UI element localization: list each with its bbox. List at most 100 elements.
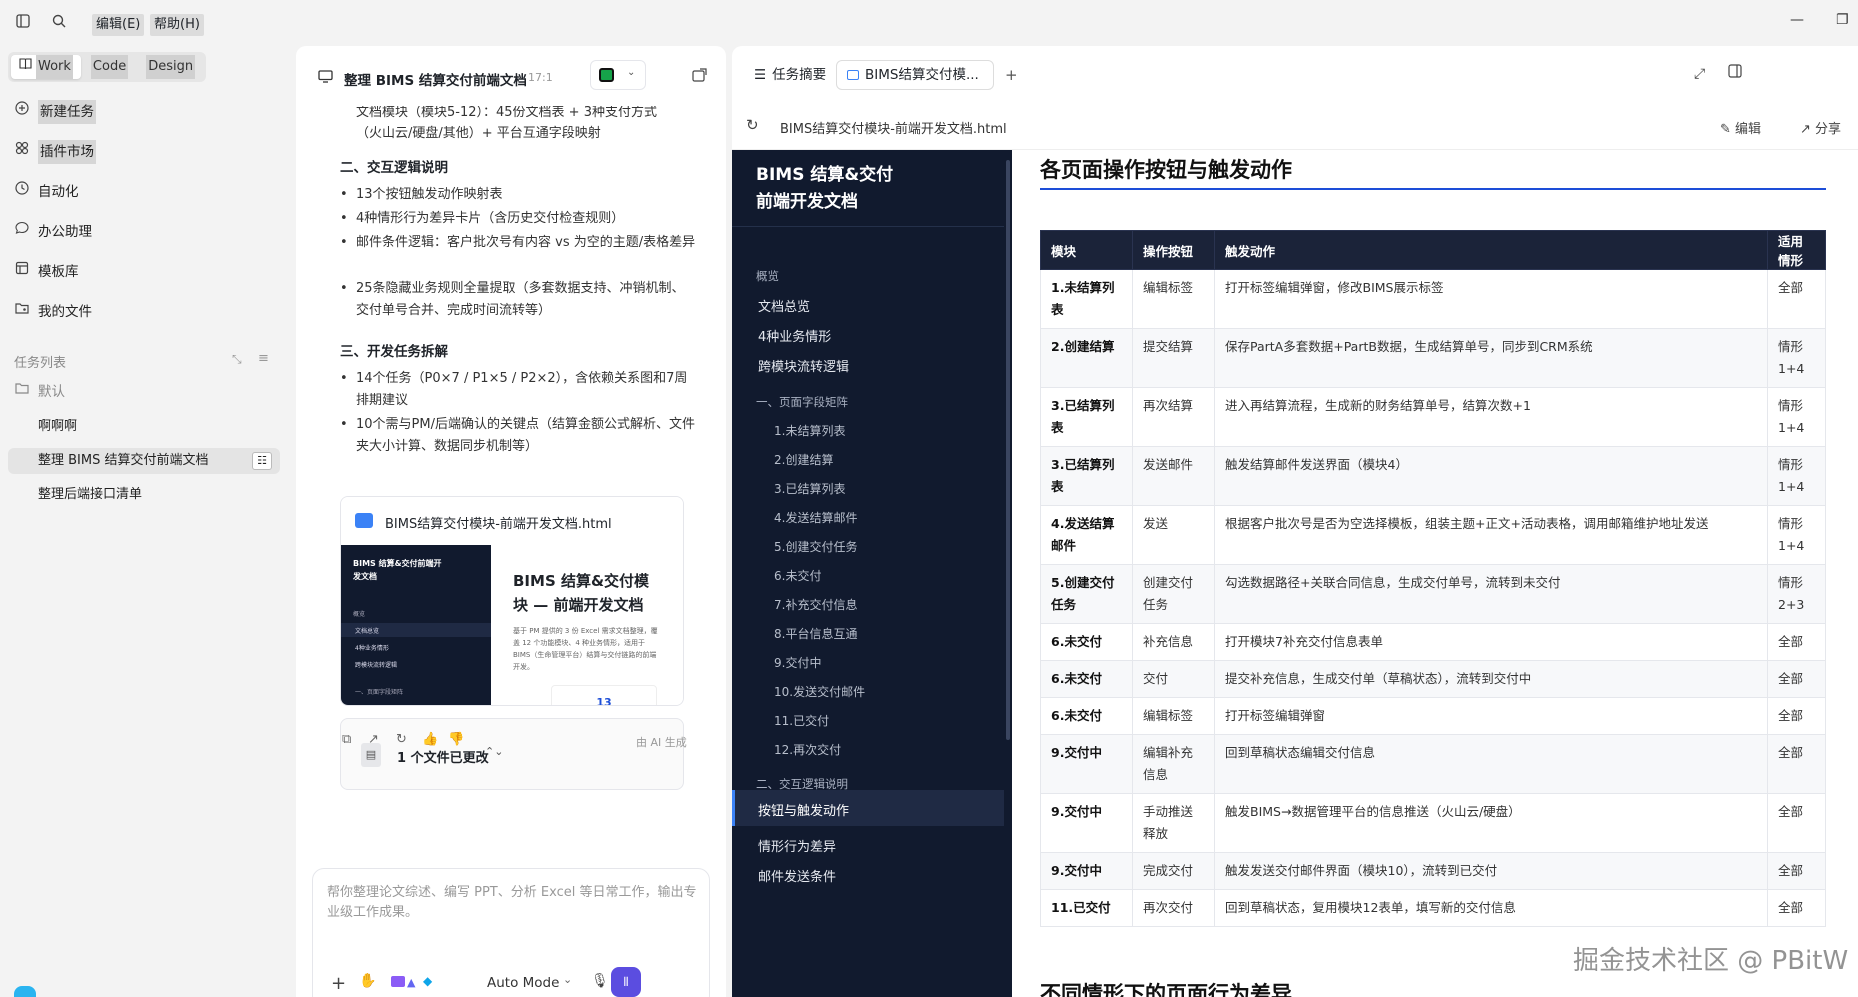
section-title: 各页面操作按钮与触发动作 xyxy=(1040,158,1292,182)
nav-sub-link[interactable]: 4.发送结算邮件 xyxy=(774,509,857,526)
task-label: 整理 BIMS 结算交付前端文档 xyxy=(38,453,209,468)
model-selector[interactable]: ⌄ xyxy=(590,60,646,90)
nav-template-library[interactable]: 模板库 xyxy=(14,260,79,284)
refresh-icon[interactable]: ↻ xyxy=(396,732,407,747)
task-list-icon[interactable]: ☷ xyxy=(252,452,272,470)
document-navigation: BIMS 结算&交付 前端开发文档 概览 文档总览 4种业务情形 跨模块流转逻辑… xyxy=(732,150,1012,997)
chat-header: 整理 BIMS 结算交付前端文档 17:1 ⌄ xyxy=(296,46,726,106)
nav-sub-link[interactable]: 7.补充交付信息 xyxy=(774,596,857,613)
nav-automation[interactable]: 自动化 xyxy=(14,180,79,204)
mode-tab-code[interactable]: Code xyxy=(83,55,136,79)
table-cell: 6.未交付 xyxy=(1040,623,1133,661)
share-button[interactable]: ↗ 分享 xyxy=(1800,118,1841,137)
nav-link-active[interactable]: 按钮与触发动作 xyxy=(758,800,849,819)
nav-sub-link[interactable]: 12.再次交付 xyxy=(774,741,841,758)
nav-link[interactable]: 情形行为差异 xyxy=(758,836,836,855)
filter-icon[interactable]: ≡ xyxy=(258,351,269,366)
file-card[interactable]: BIMS结算交付模块-前端开发文档.html BIMS 结算&交付前端开发文档 … xyxy=(340,496,684,706)
thumbs-down-icon[interactable]: 👎 xyxy=(448,732,464,747)
minimize-icon[interactable]: — xyxy=(1790,12,1804,28)
nav-link[interactable]: 文档总览 xyxy=(758,296,810,315)
table-cell: 11.已交付 xyxy=(1040,889,1133,927)
copy-icon[interactable]: ⧉ xyxy=(342,732,351,747)
refresh-icon[interactable]: ↻ xyxy=(746,116,759,134)
table-cell: 进入再结算流程，生成新的财务结算单号，结算次数+1 xyxy=(1214,387,1768,447)
thumbs-up-icon[interactable]: 👍 xyxy=(422,732,438,747)
task-item[interactable]: 整理后端接口清单 xyxy=(38,482,142,508)
restore-icon[interactable]: ❐ xyxy=(1836,12,1849,28)
folder-icon xyxy=(14,380,30,404)
task-item-active[interactable]: 整理 BIMS 结算交付前端文档 ☷ xyxy=(8,448,280,474)
task-item[interactable]: 啊啊啊 xyxy=(38,414,77,440)
fullscreen-icon[interactable]: ⤢ xyxy=(1694,66,1705,82)
split-view-icon[interactable] xyxy=(1728,64,1742,82)
new-window-icon[interactable] xyxy=(692,68,707,86)
menu-edit[interactable]: 编辑(E) xyxy=(92,14,145,36)
preview-panel: ☰ 任务摘要 BIMS结算交付模... + ⤢ ↻ BIMS结算交付模块-前端开… xyxy=(732,46,1858,997)
table-cell: 发送 xyxy=(1132,505,1215,565)
actions-table: 模块 操作按钮 触发动作 适用情形 1.未结算列表 编辑标签 打开标签编辑弹窗，修改… xyxy=(1040,230,1826,927)
section-heading: 二、交互逻辑说明 xyxy=(340,160,448,176)
scrollbar[interactable] xyxy=(1006,160,1010,740)
nav-sub-link[interactable]: 10.发送交付邮件 xyxy=(774,683,865,700)
nav-link[interactable]: 跨模块流转逻辑 xyxy=(758,356,849,375)
voice-send-button[interactable]: ⦀ xyxy=(611,967,641,997)
nav-office-assistant[interactable]: 办公助理 xyxy=(14,220,92,244)
share-icon[interactable]: ↗ xyxy=(368,732,379,747)
nav-new-task[interactable]: 新建任务 xyxy=(14,100,96,124)
composer-input[interactable]: 帮你整理论文综述、编写 PPT、分析 Excel 等日常工作，输出专业级工作成果… xyxy=(327,883,697,923)
table-cell: 编辑标签 xyxy=(1132,269,1215,329)
microphone-icon[interactable]: 🎙 xyxy=(591,973,609,989)
table-cell: 全部 xyxy=(1767,697,1826,735)
nav-plugin-market[interactable]: 插件市场 xyxy=(14,140,96,164)
mode-tab-design[interactable]: Design xyxy=(138,55,203,79)
add-icon[interactable]: + xyxy=(331,973,346,994)
table-row: 1.未结算列表 编辑标签 打开标签编辑弹窗，修改BIMS展示标签 全部 xyxy=(1040,269,1826,329)
nav-sub-link[interactable]: 9.交付中 xyxy=(774,654,821,671)
sidebar-toggle-icon[interactable] xyxy=(14,14,32,32)
thumb-content: BIMS 结算&交付模块 — 前端开发文档 基于 PM 提供的 3 份 Exce… xyxy=(491,545,683,705)
folder-default[interactable]: 默认 xyxy=(14,380,65,404)
plus-circle-icon xyxy=(14,100,30,124)
nav-sub-link[interactable]: 5.创建交付任务 xyxy=(774,538,857,555)
menu-help[interactable]: 帮助(H) xyxy=(150,14,204,36)
table-cell: 勾选数据路径+关联合同信息，生成交付单号，流转到未交付 xyxy=(1214,564,1768,624)
nav-sub-link[interactable]: 6.未交付 xyxy=(774,567,821,584)
mode-tab-work[interactable]: Work xyxy=(11,55,81,79)
nav-my-files[interactable]: 我的文件 xyxy=(14,300,92,324)
nav-sub-link[interactable]: 1.未结算列表 xyxy=(774,422,845,439)
nav-link[interactable]: 邮件发送条件 xyxy=(758,866,836,885)
tab-document[interactable]: BIMS结算交付模... xyxy=(836,60,994,90)
search-icon[interactable] xyxy=(50,14,68,32)
changed-files-card[interactable]: ▤ 1 个文件已更改 ⌃⌄ xyxy=(340,718,684,790)
image-icon[interactable]: ▲ xyxy=(407,976,415,989)
changed-files-label: 1 个文件已更改 xyxy=(397,751,489,766)
thumb-desc: 基于 PM 提供的 3 份 Excel 需求文档整理，覆盖 12 个功能模块、4… xyxy=(513,627,658,671)
hand-icon[interactable]: ✋ xyxy=(359,973,376,989)
edit-button[interactable]: ✎ 编辑 xyxy=(1720,118,1761,137)
nav-sub-link[interactable]: 2.创建结算 xyxy=(774,451,833,468)
nav-sub-link[interactable]: 8.平台信息互通 xyxy=(774,625,857,642)
tab-task-summary[interactable]: ☰ 任务摘要 xyxy=(744,60,836,90)
media-icon[interactable] xyxy=(391,976,405,987)
composer: 帮你整理论文综述、编写 PPT、分析 Excel 等日常工作，输出专业级工作成果… xyxy=(312,868,710,997)
new-tab-icon[interactable]: + xyxy=(1005,66,1018,84)
nav-sub-link[interactable]: 11.已交付 xyxy=(774,712,829,729)
chevron-down-icon: ⌄ xyxy=(627,67,636,78)
avatar[interactable] xyxy=(14,986,36,997)
brush-icon[interactable]: ◆ xyxy=(423,974,432,988)
table-cell: 打开标签编辑弹窗 xyxy=(1214,697,1768,735)
bullet-partial: 文档模块（模块5-12）：45份文档表 + 3种支付方式 xyxy=(356,106,696,120)
nav-link[interactable]: 4种业务情形 xyxy=(758,326,831,345)
mode-selector[interactable]: Auto Mode xyxy=(487,975,559,991)
table-cell: 3.已结算列表 xyxy=(1040,446,1133,506)
collapse-icon[interactable]: ⤡ xyxy=(232,352,242,367)
expand-icon[interactable]: ⌃⌄ xyxy=(485,745,503,758)
table-row: 6.未交付 交付 提交补充信息，生成交付单（草稿状态），流转到交付中 全部 xyxy=(1040,660,1826,698)
thumb-nav-item: 一、页面字段矩阵 xyxy=(355,689,404,696)
chat-time: 17:1 xyxy=(528,71,553,84)
table-row: 6.未交付 补充信息 打开模块7补充交付信息表单 全部 xyxy=(1040,623,1826,661)
table-cell: 3.已结算列表 xyxy=(1040,387,1133,447)
nav-sub-link[interactable]: 3.已结算列表 xyxy=(774,480,845,497)
